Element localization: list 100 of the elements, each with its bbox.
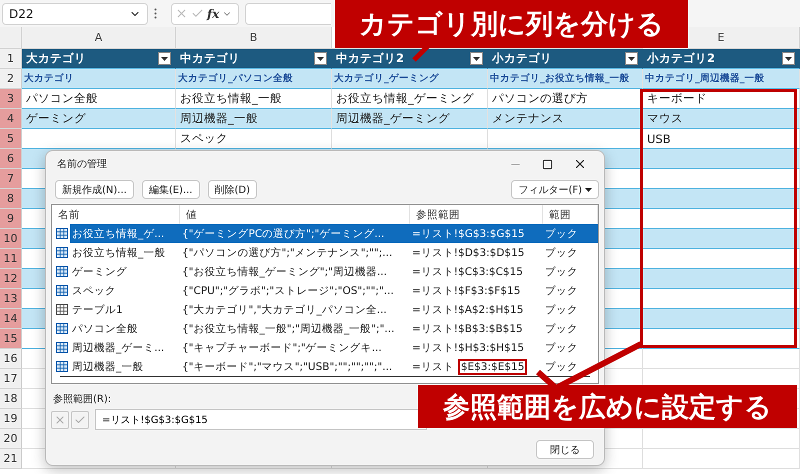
list-item-name[interactable]: お役立ち情報_一般 <box>70 243 180 262</box>
filter-button[interactable] <box>470 52 483 65</box>
list-item-scope: ブック <box>544 360 579 374</box>
list-item-name[interactable]: パソコン全般 <box>70 319 180 338</box>
list-item-reference: =リスト <box>411 360 455 374</box>
filter-button[interactable] <box>625 52 638 65</box>
list-item-name[interactable]: ゲーミング <box>70 262 180 281</box>
dialog-button[interactable]: 編集(E)... <box>142 180 200 199</box>
table-cell: 中カテゴリ_周辺機器_一般 <box>643 69 800 89</box>
row-header[interactable]: 16 <box>0 349 22 369</box>
list-item-scope: ブック <box>544 264 579 280</box>
list-item-scope: ブック <box>544 340 579 356</box>
insert-function-button[interactable]: fx <box>207 6 220 20</box>
more-icon[interactable] <box>154 8 157 19</box>
caret-icon <box>317 56 324 60</box>
grid-icon <box>56 285 68 296</box>
row-header[interactable]: 21 <box>0 449 22 469</box>
filter-dropdown[interactable]: フィルター(F) <box>511 180 599 199</box>
column-title: 小カテゴリ2 <box>647 51 716 66</box>
list-item-reference: =リスト!$D$3:$D$15 <box>411 246 526 260</box>
row-header[interactable]: 19 <box>0 409 22 429</box>
list-item-name[interactable]: 周辺機器_ゲーミ... <box>70 338 180 357</box>
table-cell: パソコンの選び方 <box>488 89 643 109</box>
maximize-icon[interactable] <box>542 158 553 170</box>
table-cell: マウス <box>643 109 800 129</box>
list-item-reference: =リスト!$A$2:$H$15 <box>411 302 524 318</box>
row-header[interactable]: 5 <box>0 129 22 149</box>
column-title: 小カテゴリ <box>492 51 552 66</box>
list-item-name[interactable]: スペック <box>70 281 180 300</box>
column-header[interactable]: A <box>22 27 176 49</box>
close-button[interactable]: 閉じる <box>536 440 594 459</box>
row-header[interactable]: 14 <box>0 309 22 329</box>
grid-icon <box>56 323 68 334</box>
list-item-name[interactable]: テーブル1 <box>70 300 180 319</box>
row-header[interactable]: 17 <box>0 369 22 389</box>
list-item-reference: =リスト!$F$3:$F$15 <box>411 284 522 298</box>
list-item-reference: =リスト!$B$3:$B$15 <box>411 322 524 336</box>
row-header[interactable]: 1 <box>0 49 22 69</box>
close-icon[interactable] <box>573 157 587 171</box>
list-item-value: {"お役立ち情報_一般";"周辺機器_一般";"... <box>181 322 396 336</box>
row-header[interactable]: 6 <box>0 149 22 169</box>
grid-icon <box>56 228 68 239</box>
row-header[interactable]: 2 <box>0 69 22 89</box>
row-header[interactable]: 8 <box>0 189 22 209</box>
filter-button[interactable] <box>158 52 171 65</box>
row-header[interactable]: 11 <box>0 249 22 269</box>
list-item-value: {"CPU";"グラボ";"ストレージ";"OS";"";"... <box>181 284 395 298</box>
list-item-value: {"キャプチャーボード";"ゲーミングキ... <box>181 340 383 356</box>
column-title: 大カテゴリ <box>26 51 86 66</box>
list-item-scope: ブック <box>544 284 579 298</box>
callout-label: カテゴリ別に列を分ける <box>335 0 688 48</box>
dialog-button[interactable]: 削除(D) <box>208 180 258 199</box>
table-cell: 大カテゴリ <box>22 69 176 89</box>
filter-button[interactable] <box>314 52 327 65</box>
scrollbar[interactable] <box>60 376 590 377</box>
list-item-name[interactable]: お役立ち情報_ゲ... <box>70 224 180 243</box>
list-item-scope: ブック <box>544 322 579 336</box>
table-cell: 大カテゴリ_パソコン全般 <box>176 69 332 89</box>
table-cell: USB <box>643 129 800 149</box>
list-item-value: {"ゲーミングPCの選び方";"ゲーミング... <box>180 224 410 243</box>
grid-icon <box>56 266 68 277</box>
row-header[interactable]: 20 <box>0 429 22 449</box>
row-header[interactable]: 4 <box>0 109 22 129</box>
row-header[interactable]: 3 <box>0 89 22 109</box>
list-item-scope: ブック <box>544 302 579 318</box>
row-header[interactable]: 7 <box>0 169 22 189</box>
table-cell: 大カテゴリ_ゲーミング <box>332 69 488 89</box>
column-title: 中カテゴリ2 <box>336 51 404 66</box>
check-icon <box>74 414 86 426</box>
filter-button[interactable] <box>782 52 795 65</box>
caret-icon <box>161 56 168 60</box>
dialog-button[interactable]: 新規作成(N)... <box>55 180 134 199</box>
formula-field[interactable] <box>245 2 331 24</box>
column-header[interactable]: B <box>176 27 332 49</box>
highlighted-reference: $E$3:$E$15 <box>458 358 528 374</box>
column-title: 中カテゴリ <box>180 51 240 66</box>
table-cell: お役立ち情報_一般 <box>176 89 332 109</box>
table-cell: ゲーミング <box>22 109 176 129</box>
table-cell: お役立ち情報_ゲーミング <box>332 89 488 109</box>
list-item-scope: ブック <box>543 224 598 243</box>
table-cell: 周辺機器_一般 <box>176 109 332 129</box>
grid-icon <box>56 361 68 372</box>
list-item-value: {"キーボード";"マウス";"USB";"";"";"";"... <box>181 360 394 374</box>
table-icon <box>56 304 68 315</box>
list-item-value: {"大カテゴリ","大カテゴリ_パソコン全... <box>181 302 388 318</box>
callout-label: 参照範囲を広めに設定する <box>418 385 797 428</box>
row-header[interactable]: 18 <box>0 389 22 409</box>
reference-field[interactable]: =リスト!$G$3:$G$15 <box>95 409 427 430</box>
row-header[interactable]: 13 <box>0 289 22 309</box>
table-cell: スペック <box>176 129 332 149</box>
table-cell: メンテナンス <box>488 109 643 129</box>
row-header[interactable]: 12 <box>0 269 22 289</box>
row-header[interactable]: 15 <box>0 329 22 349</box>
column-header[interactable]: E <box>688 27 800 49</box>
table-cell: 周辺機器_ゲーミング <box>332 109 488 129</box>
row-header[interactable]: 9 <box>0 209 22 229</box>
row-header[interactable]: 10 <box>0 229 22 249</box>
name-box[interactable]: D22 <box>2 2 148 24</box>
caret-icon <box>473 56 480 60</box>
list-item-name[interactable]: 周辺機器_一般 <box>70 357 180 376</box>
